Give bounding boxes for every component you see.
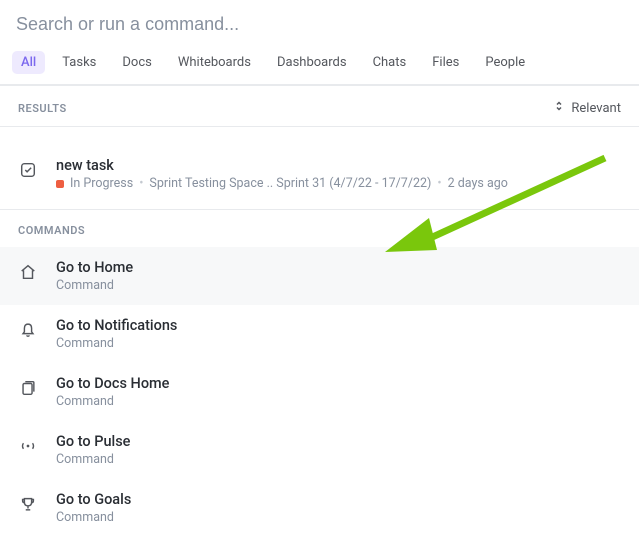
command-subtype: Command — [56, 510, 621, 525]
search-bar — [0, 0, 639, 43]
home-icon — [18, 262, 38, 282]
command-subtype: Command — [56, 394, 621, 409]
tab-tasks[interactable]: Tasks — [53, 51, 105, 74]
result-body: new task In Progress • Sprint Testing Sp… — [56, 157, 621, 191]
tabs: All Tasks Docs Whiteboards Dashboards Ch… — [0, 43, 639, 85]
result-title: new task — [56, 157, 621, 174]
command-title: Go to Docs Home — [56, 375, 621, 392]
command-title: Go to Pulse — [56, 433, 621, 450]
tab-dashboards[interactable]: Dashboards — [268, 51, 356, 74]
command-title: Go to Notifications — [56, 317, 621, 334]
tab-chats[interactable]: Chats — [364, 51, 416, 74]
result-task[interactable]: new task In Progress • Sprint Testing Sp… — [0, 145, 639, 203]
result-path: Sprint Testing Space .. Sprint 31 (4/7/2… — [149, 176, 431, 191]
tab-files[interactable]: Files — [423, 51, 468, 74]
sep: • — [437, 176, 441, 191]
command-title: Go to Home — [56, 259, 621, 276]
status-dot — [56, 180, 64, 188]
result-status: In Progress — [70, 176, 133, 191]
result-subline: In Progress • Sprint Testing Space .. Sp… — [56, 176, 621, 191]
result-age: 2 days ago — [448, 176, 508, 191]
bell-icon — [18, 320, 38, 340]
command-go-docs[interactable]: Go to Docs Home Command — [0, 363, 639, 421]
commands-label: COMMANDS — [18, 224, 85, 237]
results-header: RESULTS Relevant — [0, 85, 639, 127]
command-subtype: Command — [56, 278, 621, 293]
tab-people[interactable]: People — [476, 51, 534, 74]
command-go-home[interactable]: Go to Home Command — [0, 247, 639, 305]
docs-icon — [18, 378, 38, 398]
task-icon — [18, 160, 38, 180]
search-input[interactable] — [16, 14, 623, 35]
trophy-icon — [18, 494, 38, 514]
command-subtype: Command — [56, 336, 621, 351]
sep: • — [139, 176, 143, 191]
command-subtype: Command — [56, 452, 621, 467]
tab-whiteboards[interactable]: Whiteboards — [169, 51, 260, 74]
sort-label: Relevant — [571, 101, 621, 116]
command-title: Go to Goals — [56, 491, 621, 508]
commands-header: COMMANDS — [0, 209, 639, 247]
tab-docs[interactable]: Docs — [113, 51, 160, 74]
sort-icon — [553, 100, 565, 116]
tab-all[interactable]: All — [12, 51, 45, 74]
sort-toggle[interactable]: Relevant — [553, 100, 621, 116]
results-label: RESULTS — [18, 102, 67, 115]
pulse-icon — [18, 436, 38, 456]
command-go-notifications[interactable]: Go to Notifications Command — [0, 305, 639, 363]
command-go-goals[interactable]: Go to Goals Command — [0, 479, 639, 537]
command-go-pulse[interactable]: Go to Pulse Command — [0, 421, 639, 479]
